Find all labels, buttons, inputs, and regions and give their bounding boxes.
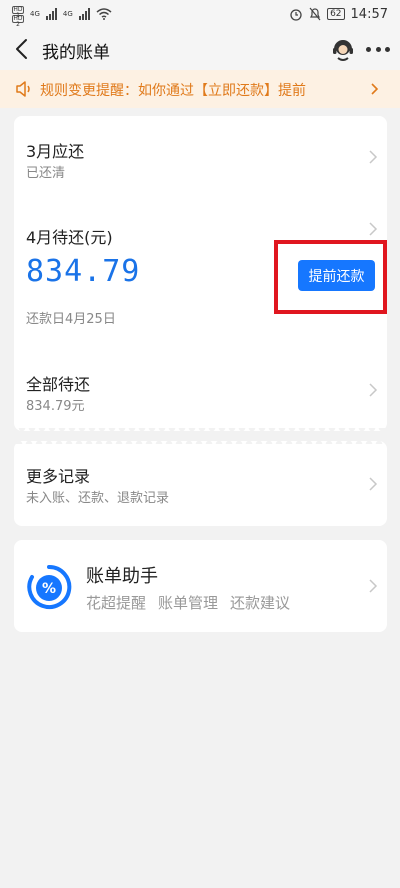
chevron-right-icon: [369, 383, 378, 397]
bill-assistant-tags: 花超提醒 账单管理 还款建议: [86, 592, 290, 613]
sim-indicators: HD 1 HD 2: [12, 5, 24, 28]
assistant-tag: 账单管理: [158, 594, 219, 612]
status-left: HD 1 HD 2 4G 4G: [12, 5, 112, 28]
network1-label: 4G: [30, 10, 40, 18]
speaker-icon: [16, 81, 30, 97]
chevron-right-icon: [369, 222, 378, 236]
assistant-tag: 花超提醒: [86, 594, 147, 612]
assistant-tag: 还款建议: [230, 594, 291, 612]
alarm-icon: [290, 9, 302, 21]
notice-bar[interactable]: 规则变更提醒：如你通过【立即还款】提前: [0, 70, 400, 108]
total-pending-amount: 834.79元: [26, 399, 85, 414]
bill-assistant-title: 账单助手: [86, 566, 158, 587]
back-arrow-icon[interactable]: [12, 36, 32, 62]
early-repay-button[interactable]: 提前还款: [298, 260, 375, 291]
more-records-title: 更多记录: [26, 467, 91, 486]
chevron-right-icon: [369, 477, 378, 491]
status-bar: HD 1 HD 2 4G 4G 62 14:57: [0, 0, 400, 28]
april-due-date: 还款日4月25日: [26, 312, 116, 327]
mute-bell-icon: [309, 7, 321, 21]
card-scallop-edge: [14, 438, 387, 444]
sim1-badge: HD 1: [12, 5, 24, 19]
status-right: 62 14:57: [289, 7, 388, 22]
more-records-subtitle: 未入账、还款、退款记录: [26, 491, 170, 506]
more-records-card[interactable]: 更多记录 未入账、还款、退款记录: [14, 438, 387, 526]
march-bill-status: 已还清: [26, 166, 66, 181]
april-bill-title: 4月待还(元): [26, 228, 113, 247]
network2-label: 4G: [62, 10, 73, 18]
svg-text:%: %: [42, 581, 56, 597]
march-bill-title: 3月应还: [26, 142, 85, 161]
notice-text: 规则变更提醒：如你通过【立即还款】提前: [40, 83, 306, 99]
page-title: 我的账单: [42, 43, 110, 63]
more-options-icon[interactable]: [366, 38, 390, 60]
battery-indicator: 62: [327, 8, 345, 20]
sim2-badge: HD 2: [12, 14, 24, 28]
bill-assistant-card[interactable]: % 账单助手 花超提醒 账单管理 还款建议: [14, 540, 387, 632]
nav-bar: 我的账单: [0, 28, 400, 70]
card-scallop-edge: [14, 428, 387, 434]
percent-dial-icon: %: [27, 564, 72, 609]
chevron-right-icon: [371, 83, 379, 95]
wifi-icon: [96, 8, 112, 20]
signal-icon: [45, 8, 57, 20]
april-bill-amount: 834.79: [26, 254, 141, 289]
chevron-right-icon: [369, 579, 378, 593]
customer-service-icon[interactable]: [330, 36, 356, 62]
total-pending-title: 全部待还: [26, 375, 91, 394]
signal2-icon: [78, 8, 90, 20]
status-time: 14:57: [350, 6, 388, 22]
chevron-right-icon: [369, 150, 378, 164]
